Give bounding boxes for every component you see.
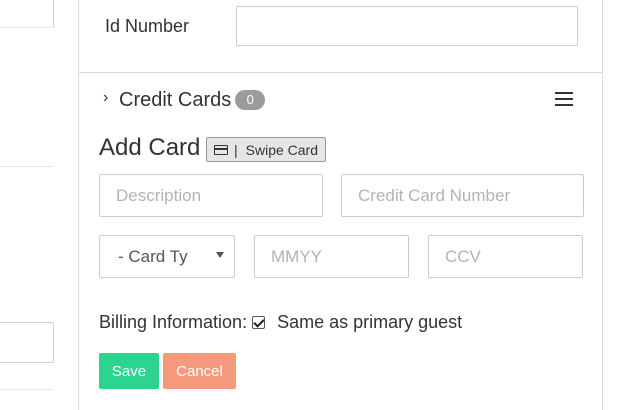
hamburger-menu-icon[interactable]	[555, 92, 573, 106]
credit-card-number-input[interactable]: Credit Card Number	[341, 174, 584, 217]
add-card-title: Add Card	[99, 134, 201, 161]
id-number-input[interactable]	[236, 6, 578, 46]
expiry-placeholder: MMYY	[271, 246, 322, 266]
expiry-input[interactable]: MMYY	[254, 235, 409, 278]
ccv-input[interactable]: CCV	[428, 235, 583, 278]
credit-cards-count-badge: 0	[235, 90, 266, 110]
swipe-card-button[interactable]: | Swipe Card	[206, 137, 327, 162]
left-divider	[0, 389, 54, 390]
billing-label: Billing Information:	[99, 312, 248, 332]
description-input[interactable]: Description	[99, 174, 323, 217]
dropdown-caret-icon	[216, 252, 224, 258]
left-column	[0, 0, 78, 410]
id-number-label: Id Number	[105, 16, 190, 36]
credit-cards-title: Credit Cards	[119, 88, 232, 111]
left-divider	[0, 27, 54, 28]
billing-information-row: Billing Information: Same as primary gue…	[99, 312, 462, 333]
guest-panel: Id Number › Credit Cards 0 Add Card | Sw…	[78, 0, 603, 410]
chevron-right-icon[interactable]: ›	[103, 89, 119, 107]
card-number-placeholder: Credit Card Number	[358, 185, 511, 205]
card-type-select[interactable]: - Card Ty	[99, 235, 235, 278]
left-input-top[interactable]	[0, 0, 54, 28]
credit-card-icon	[214, 144, 228, 155]
same-as-primary-label[interactable]: Same as primary guest	[277, 312, 462, 333]
swipe-separator: |	[234, 141, 238, 158]
card-type-value: - Card Ty	[118, 246, 188, 266]
swipe-card-label: Swipe Card	[245, 141, 319, 158]
section-divider	[79, 72, 602, 73]
left-divider	[0, 166, 54, 167]
same-as-primary-checkbox[interactable]	[252, 316, 266, 329]
save-button[interactable]: Save	[99, 353, 159, 389]
credit-cards-header[interactable]: › Credit Cards 0	[103, 87, 266, 113]
ccv-placeholder: CCV	[445, 246, 481, 266]
left-input-bottom[interactable]	[0, 322, 54, 363]
cancel-button[interactable]: Cancel	[163, 353, 236, 389]
description-placeholder: Description	[116, 185, 202, 205]
